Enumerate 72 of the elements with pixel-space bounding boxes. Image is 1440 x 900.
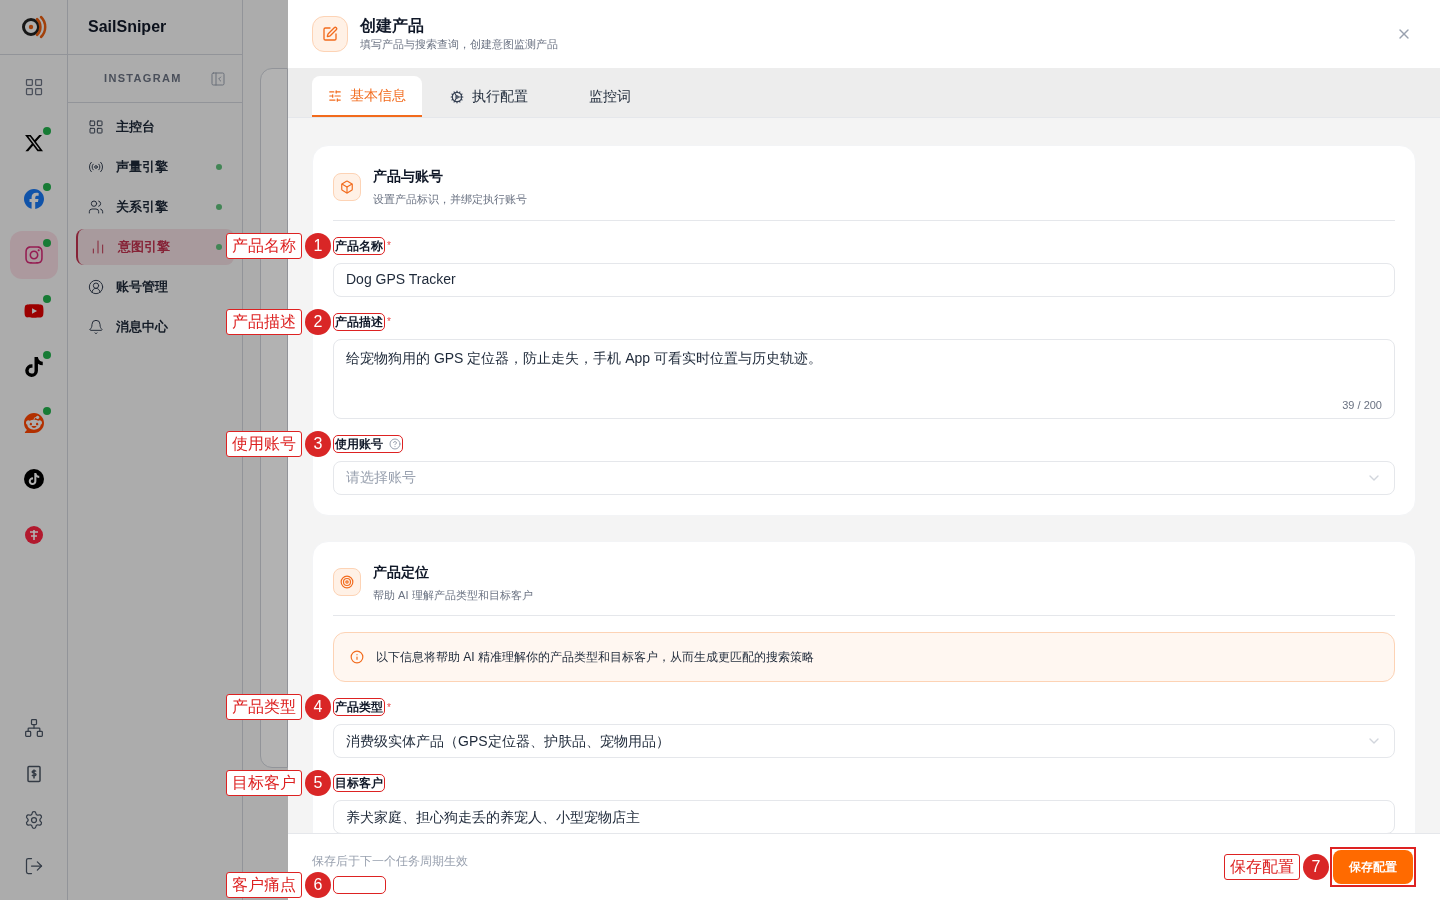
box-icon [340, 179, 354, 194]
rail-button[interactable] [23, 718, 44, 738]
field-label: 目标客户 [335, 775, 383, 791]
info-icon [350, 650, 364, 664]
annotation-label: 使用账号 [226, 430, 302, 457]
drawer-subtitle: 填写产品与搜索查询，创建意图监测产品 [360, 37, 559, 52]
reddit-logo-icon [23, 413, 44, 433]
tiktok-logo-icon [23, 469, 44, 489]
annotation-label: 目标客户 [226, 770, 302, 796]
sidebar-item[interactable]: 声量引擎 [76, 149, 234, 185]
section-subtitle: 设置产品标识，并绑定执行账号 [373, 192, 527, 207]
select-field[interactable]: 消费级实体产品（GPS定位器、护肤品、宠物用品） [333, 724, 1395, 758]
field-label: 产品名称 [335, 237, 383, 254]
logo-icon [19, 13, 48, 41]
annotation-number: 6 [305, 872, 331, 898]
rail-button[interactable] [23, 856, 44, 876]
annotation-number: 7 [1303, 854, 1329, 880]
drawer-title: 创建产品 [360, 16, 425, 36]
field-label: 产品描述 [335, 313, 383, 330]
bar-chart-icon [90, 239, 106, 255]
gear-icon [450, 89, 464, 104]
annotation-number: 2 [305, 308, 331, 335]
annotation-number: 4 [305, 694, 331, 720]
target-icon [340, 575, 354, 590]
rail-button[interactable] [23, 810, 44, 830]
x-logo-icon [23, 133, 44, 153]
annotation-label: 保存配置 [1224, 854, 1300, 880]
settings-icon [23, 810, 44, 830]
logout-icon [23, 856, 44, 876]
users-icon [88, 199, 104, 215]
tiktok-logo-icon [23, 357, 44, 377]
edit-icon [322, 26, 338, 42]
instagram-logo-icon [23, 245, 44, 265]
sliders-icon [328, 88, 342, 103]
section-title: 产品定位 [373, 562, 430, 582]
field-label: 使用账号 [335, 435, 383, 452]
grid-icon [23, 77, 44, 97]
dashboard-icon [88, 119, 104, 135]
section-title: 产品与账号 [373, 167, 444, 186]
rednote-logo-icon [23, 525, 44, 545]
required-mark: * [387, 315, 391, 329]
footer-note: 保存后于下一个任务周期生效 [312, 853, 468, 870]
youtube-logo-icon [23, 301, 44, 321]
user-circle-icon [88, 279, 104, 295]
tab[interactable]: 监控词 [556, 76, 664, 117]
bell-icon [88, 319, 104, 335]
annotation-number: 1 [305, 232, 331, 259]
annotation-label: 产品名称 [226, 232, 302, 259]
brand-name: SailSniper [88, 17, 167, 37]
sidebar-item[interactable]: 关系引擎 [76, 189, 234, 225]
network-icon [23, 718, 44, 738]
description-field[interactable]: 给宠物狗用的 GPS 定位器，防止走失，手机 App 可看实时位置与历史轨迹。 39 / 200 [333, 338, 1395, 419]
facebook-logo-icon [23, 189, 44, 209]
collapse-icon [210, 70, 226, 87]
required-mark: * [387, 700, 391, 715]
character-counter: 39 / 200 [1342, 398, 1382, 413]
annotation-label: 产品类型 [226, 694, 302, 720]
text-field[interactable]: 养犬家庭、担心狗走丢的养宠人、小型宠物店主 [333, 800, 1395, 834]
required-mark: * [387, 239, 391, 253]
sidebar-item[interactable]: 账号管理 [76, 269, 234, 305]
tab[interactable]: 执行配置 [434, 76, 544, 117]
section-subtitle: 帮助 AI 理解产品类型和目标客户 [373, 587, 533, 603]
annotation-label: 客户痛点 [226, 872, 302, 898]
broadcast-icon [88, 159, 104, 175]
annotation-number: 3 [305, 430, 331, 457]
sidebar-title: INSTAGRAM [104, 71, 182, 87]
sidebar-item[interactable]: 主控台 [76, 109, 234, 145]
annotation-label: 产品描述 [226, 308, 302, 335]
info-notice: 以下信息将帮助 AI 精准理解你的产品类型和目标客户，从而生成更匹配的搜索策略 [333, 632, 1395, 682]
field-label: 产品类型 [335, 699, 383, 715]
annotation-number: 5 [305, 770, 331, 796]
text-field[interactable]: Dog GPS Tracker [333, 262, 1395, 297]
